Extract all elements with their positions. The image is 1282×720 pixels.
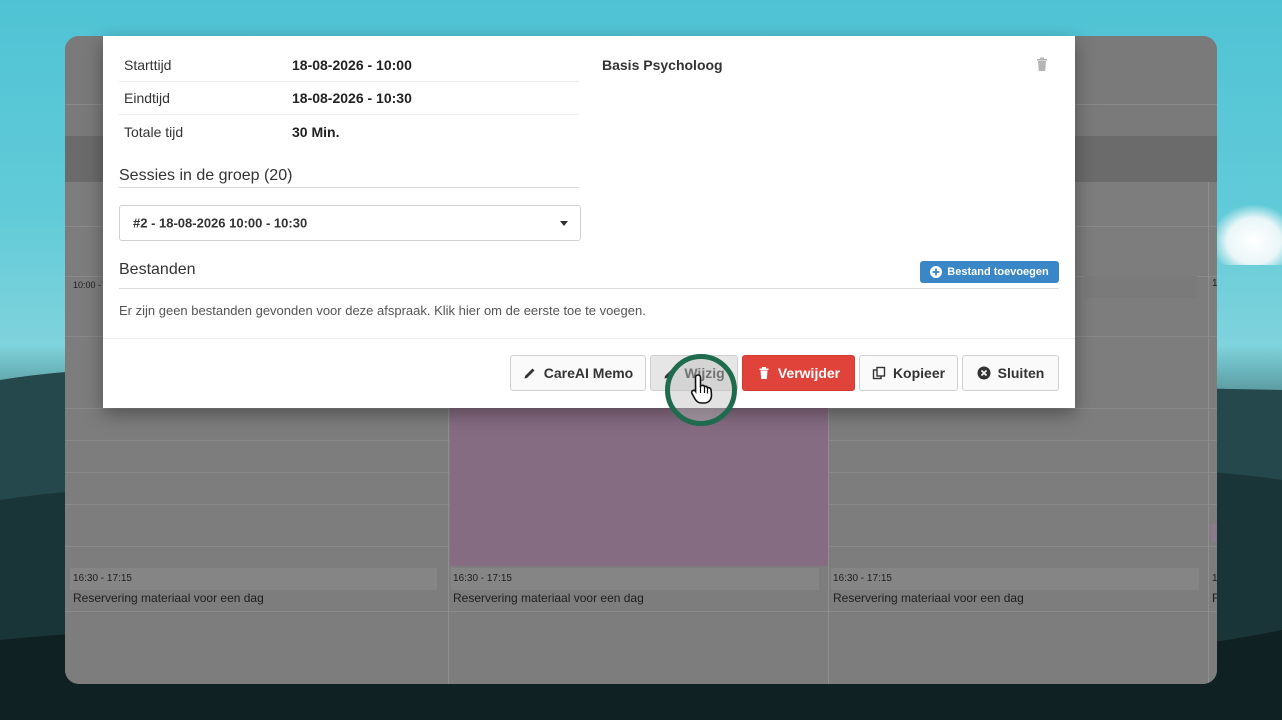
delete-label: Verwijder	[777, 365, 841, 381]
plus-circle-icon	[930, 266, 943, 278]
session-select-value: #2 - 18-08-2026 10:00 - 10:30	[133, 215, 308, 231]
start-time-label: Starttijd	[124, 56, 172, 73]
sessions-title: Sessies in de groep (20)	[119, 167, 293, 184]
slot-title: Reservering materiaal voor een dag	[453, 591, 644, 605]
pencil-icon	[524, 368, 535, 379]
delete-button[interactable]: Verwijder	[742, 355, 855, 391]
trash-icon[interactable]	[1034, 56, 1050, 72]
slot-title: Reservering materiaal voor een dag	[833, 591, 1024, 605]
calendar-event-block[interactable]	[450, 408, 828, 566]
start-time-value: 18-08-2026 - 10:00	[292, 56, 412, 73]
careai-memo-button[interactable]: CareAI Memo	[510, 355, 646, 391]
total-time-value: 30 Min.	[292, 123, 340, 140]
total-time-row: Totale tijd 30 Min.	[119, 115, 579, 148]
start-time-row: Starttijd 18-08-2026 - 10:00	[119, 48, 579, 82]
background-cloud	[1212, 205, 1282, 265]
end-time-label: Eindtijd	[124, 89, 170, 106]
slot-time: 16:30 - 17:15	[453, 573, 512, 584]
provider-name: Basis Psycholoog	[602, 57, 723, 73]
appointment-modal: Starttijd 18-08-2026 - 10:00 Eindtijd 18…	[103, 36, 1075, 408]
end-time-value: 18-08-2026 - 10:30	[292, 89, 412, 106]
edge-mark: 1	[1212, 278, 1217, 289]
edge-event-marker	[1211, 524, 1217, 542]
close-circle-icon	[977, 366, 991, 380]
files-title: Bestanden	[119, 261, 196, 278]
slot-time: 16:30 - 17:15	[73, 573, 132, 584]
edge-mark: 1	[1212, 573, 1217, 584]
end-time-row: Eindtijd 18-08-2026 - 10:30	[119, 81, 579, 115]
no-files-message[interactable]: Er zijn geen bestanden gevonden voor dez…	[119, 303, 646, 318]
slot-title: Reservering materiaal voor een dag	[73, 591, 264, 605]
calendar-time-label: 10:00 -	[73, 280, 102, 290]
trash-icon	[759, 367, 769, 379]
add-file-button[interactable]: Bestand toevoegen	[920, 261, 1059, 283]
close-button[interactable]: Sluiten	[962, 355, 1059, 391]
copy-label: Kopieer	[892, 365, 946, 381]
careai-memo-label: CareAI Memo	[543, 365, 634, 381]
copy-icon	[872, 366, 886, 380]
slot-time: 16:30 - 17:15	[833, 573, 892, 584]
add-file-label: Bestand toevoegen	[947, 266, 1049, 278]
chevron-down-icon	[560, 221, 568, 226]
hand-cursor-icon	[690, 374, 713, 404]
total-time-label: Totale tijd	[124, 123, 184, 140]
copy-button[interactable]: Kopieer	[859, 355, 958, 391]
session-select[interactable]: #2 - 18-08-2026 10:00 - 10:30	[119, 205, 581, 241]
edge-mark: F	[1212, 591, 1217, 605]
close-label: Sluiten	[997, 365, 1045, 381]
